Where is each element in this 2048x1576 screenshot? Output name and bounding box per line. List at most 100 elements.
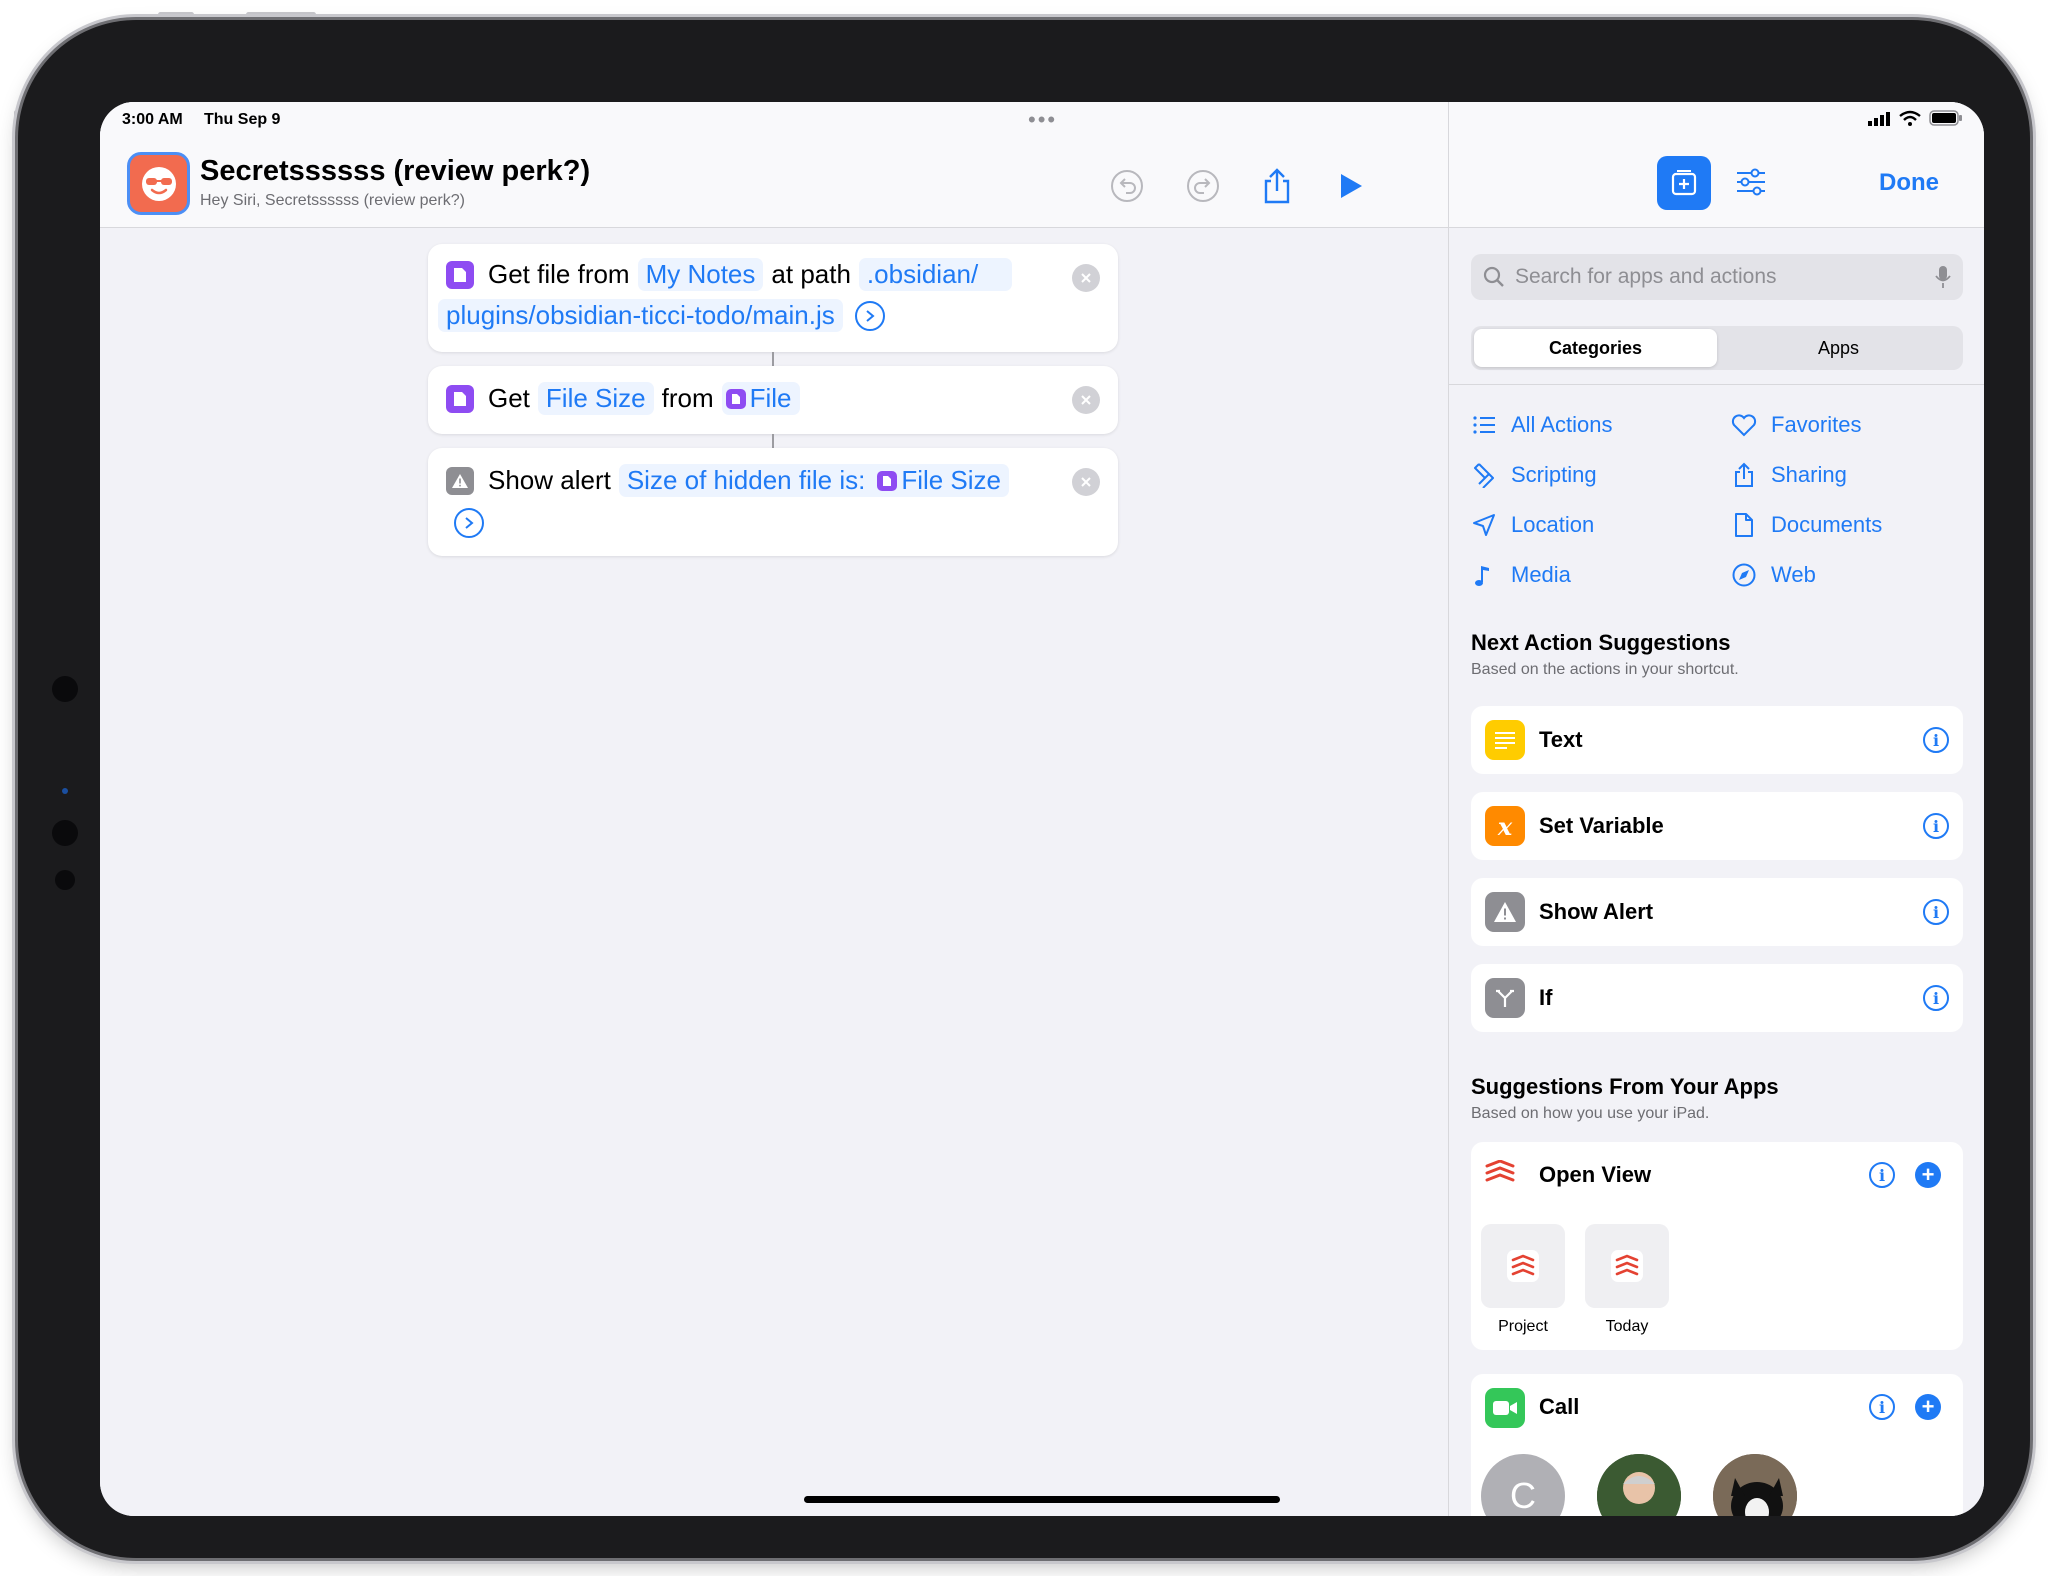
status-indicators: [1867, 110, 1963, 126]
contact-avatar-dog[interactable]: [1713, 1454, 1797, 1516]
category-label: Media: [1511, 562, 1571, 587]
action-get-file-line-2: plugins/obsidian-ticci-todo/main.js: [438, 299, 885, 332]
open-view-label[interactable]: Open View: [1539, 1162, 1651, 1188]
variable-label: File: [749, 383, 792, 413]
suggestion-text[interactable]: Text i: [1471, 706, 1963, 774]
scripting-icon: [1474, 463, 1494, 488]
info-icon[interactable]: i: [1923, 899, 1949, 925]
suggestion-show-alert[interactable]: Show Alert i: [1471, 878, 1963, 946]
call-label[interactable]: Call: [1539, 1394, 1579, 1420]
search-field[interactable]: Search for apps and actions: [1471, 254, 1963, 300]
document-icon: [1735, 513, 1753, 537]
file-icon: [446, 260, 474, 289]
close-icon: [1081, 395, 1091, 405]
category-label: All Actions: [1511, 412, 1613, 437]
category-label: Web: [1771, 562, 1816, 587]
path-token-continued[interactable]: plugins/obsidian-ticci-todo/main.js: [438, 299, 843, 332]
file-variable-icon: [877, 470, 898, 491]
suggestion-label: If: [1539, 985, 1553, 1010]
add-icon[interactable]: +: [1915, 1162, 1941, 1188]
remove-action-button[interactable]: [1072, 264, 1100, 292]
share-button[interactable]: [1256, 165, 1298, 207]
action-verb: Show alert: [488, 465, 611, 495]
shortcut-editor: Secretssssss (review perk?) Hey Siri, Se…: [100, 102, 1448, 1516]
camera-indicator: [62, 788, 68, 794]
panel-navigation-bar: Done: [1449, 102, 1984, 228]
todoist-icon: [1507, 1250, 1539, 1282]
remove-action-button[interactable]: [1072, 386, 1100, 414]
shortcut-icon[interactable]: [127, 152, 190, 215]
category-media[interactable]: Media: [1471, 562, 1571, 588]
run-button[interactable]: [1330, 165, 1372, 207]
variable-token[interactable]: File: [721, 382, 800, 415]
info-icon[interactable]: i: [1923, 985, 1949, 1011]
camera-dot-3: [55, 870, 75, 890]
app-suggestion-call: Call i + C: [1471, 1374, 1963, 1516]
category-location[interactable]: Location: [1471, 512, 1594, 538]
multitasking-dots-icon[interactable]: •••: [1028, 107, 1057, 133]
category-web[interactable]: Web: [1731, 562, 1816, 588]
todoist-icon: [1485, 1159, 1515, 1193]
wifi-icon: [1899, 110, 1921, 126]
redo-button[interactable]: [1182, 165, 1224, 207]
done-button[interactable]: Done: [1879, 169, 1939, 197]
category-favorites[interactable]: Favorites: [1731, 412, 1861, 438]
tile-label: Today: [1605, 1318, 1649, 1335]
remove-action-button[interactable]: [1072, 468, 1100, 496]
expand-chevron-icon[interactable]: [854, 300, 885, 331]
alert-message-token[interactable]: Size of hidden file is: File Size: [618, 464, 1010, 497]
app-suggestions-title: Suggestions From Your Apps: [1471, 1074, 1779, 1099]
action-get-file[interactable]: Get file from My Notes at path .obsidian…: [428, 244, 1118, 352]
battery-icon: [1929, 110, 1962, 126]
variable-icon: x: [1485, 806, 1525, 846]
suggestion-set-variable[interactable]: x Set Variable i: [1471, 792, 1963, 860]
undo-button[interactable]: [1106, 165, 1148, 207]
info-icon[interactable]: i: [1869, 1162, 1895, 1188]
path-token[interactable]: .obsidian/: [858, 258, 1013, 291]
action-show-alert[interactable]: Show alert Size of hidden file is: File …: [428, 448, 1118, 556]
facetime-icon: [1485, 1388, 1525, 1428]
expand-chevron-icon[interactable]: [454, 508, 484, 538]
alert-icon: [446, 466, 474, 495]
category-label: Favorites: [1771, 412, 1862, 437]
branch-icon: [1485, 978, 1525, 1018]
actions-panel: Done Search for apps and actions Categor…: [1448, 102, 1984, 1516]
info-icon[interactable]: i: [1923, 727, 1949, 753]
status-date: Thu Sep 9: [204, 111, 281, 128]
divider: [1449, 384, 1984, 385]
compass-icon: [1732, 563, 1756, 587]
text-icon: [1485, 720, 1525, 760]
play-icon: [1341, 174, 1362, 198]
category-scripting[interactable]: Scripting: [1471, 462, 1597, 488]
shortcut-title[interactable]: Secretssssss (review perk?): [200, 155, 590, 188]
volume-button-top: [158, 12, 194, 17]
category-documents[interactable]: Documents: [1731, 512, 1882, 538]
segment-categories[interactable]: Categories: [1474, 329, 1717, 367]
shortcut-settings-button[interactable]: [1729, 160, 1773, 204]
open-view-project-tile[interactable]: [1481, 1224, 1565, 1308]
property-token[interactable]: File Size: [537, 382, 654, 415]
alert-icon: [1485, 892, 1525, 932]
info-icon[interactable]: i: [1923, 813, 1949, 839]
contact-avatar-photo[interactable]: [1597, 1454, 1681, 1516]
open-view-today-tile[interactable]: [1585, 1224, 1669, 1308]
category-sharing[interactable]: Sharing: [1731, 462, 1847, 488]
suggestion-if[interactable]: If i: [1471, 964, 1963, 1032]
category-all-actions[interactable]: All Actions: [1471, 412, 1613, 438]
action-get-file-size[interactable]: Get File Size from File: [428, 366, 1118, 434]
action-show-alert-line: Show alert Size of hidden file is: File …: [446, 464, 1010, 497]
contact-avatar-initial[interactable]: C: [1481, 1454, 1565, 1516]
microphone-icon: [1935, 266, 1951, 288]
action-get-file-size-line: Get File Size from File: [446, 382, 800, 415]
share-icon: [1264, 168, 1290, 204]
info-icon[interactable]: i: [1869, 1394, 1895, 1420]
undo-icon: [1111, 170, 1143, 202]
add-action-button[interactable]: [1657, 156, 1711, 210]
action-verb: Get: [488, 383, 530, 413]
source-token[interactable]: My Notes: [637, 258, 764, 291]
next-suggestions-subtitle: Based on the actions in your shortcut.: [1471, 661, 1739, 678]
home-indicator[interactable]: [804, 1496, 1280, 1503]
segment-apps[interactable]: Apps: [1717, 329, 1960, 367]
dog-photo-icon: [1713, 1454, 1797, 1516]
add-icon[interactable]: +: [1915, 1394, 1941, 1420]
